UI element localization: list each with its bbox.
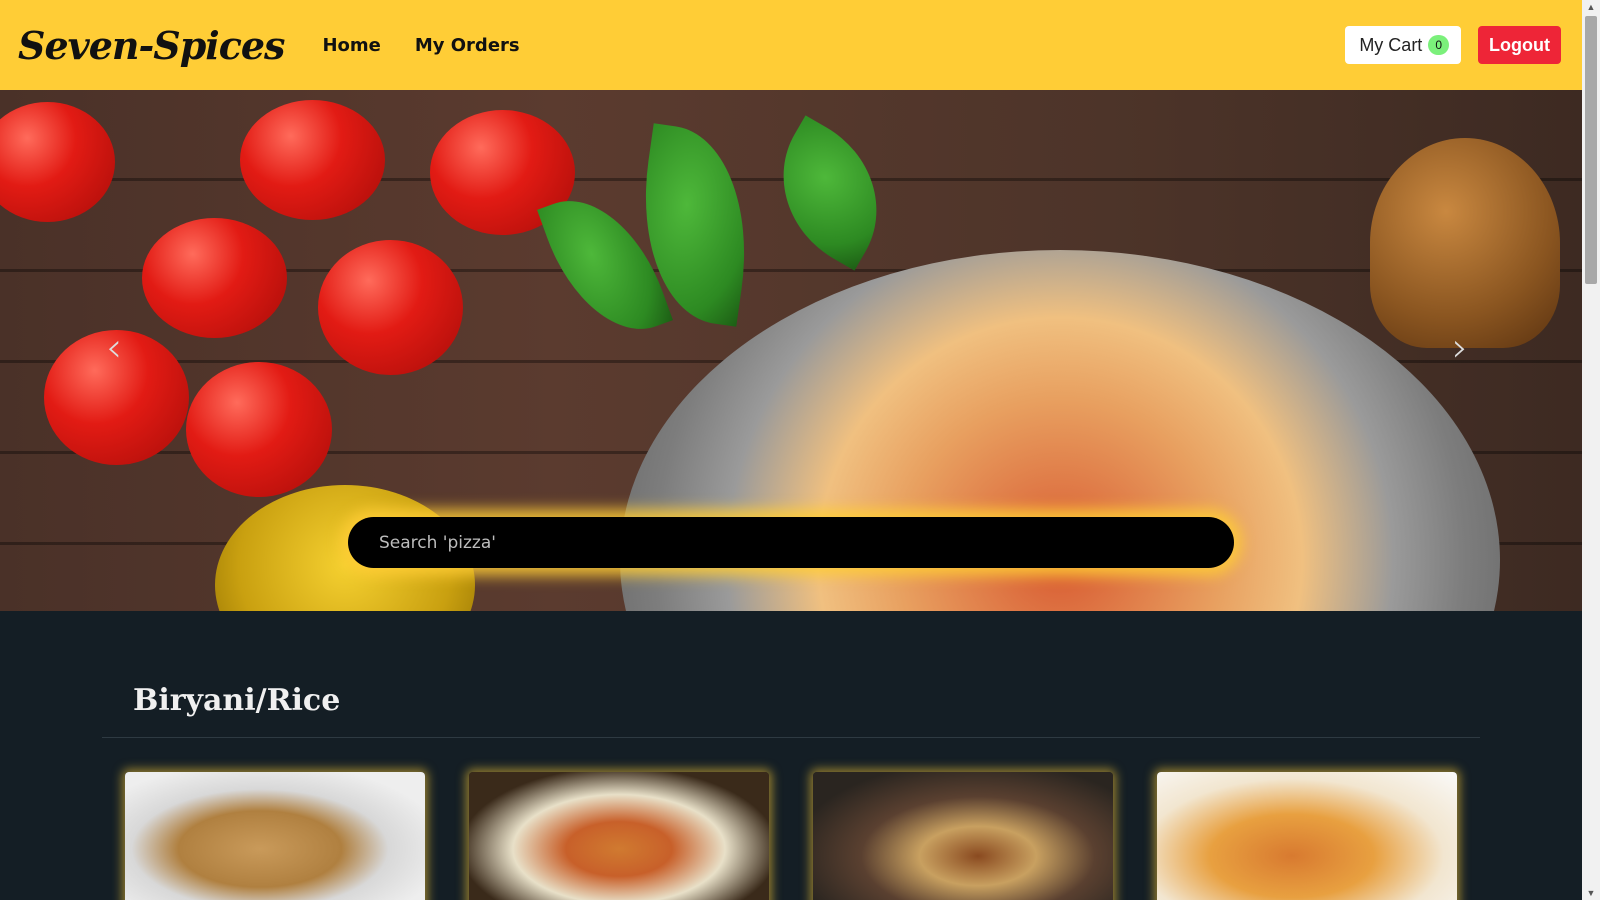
page-scrollbar[interactable]: ▲ ▼	[1582, 0, 1600, 900]
food-card-list	[125, 772, 1457, 900]
navbar: Seven-Spices Home My Orders My Cart 0 Lo…	[0, 0, 1582, 90]
food-card-1[interactable]	[125, 772, 425, 900]
my-cart-button[interactable]: My Cart 0	[1345, 26, 1461, 64]
cart-count-badge: 0	[1428, 35, 1449, 55]
basil-leaf-image	[750, 115, 910, 271]
pepper-grinder-image	[1370, 138, 1560, 348]
search-bar	[348, 517, 1234, 568]
scroll-down-icon[interactable]: ▼	[1582, 886, 1600, 900]
food-card-4[interactable]	[1157, 772, 1457, 900]
tomato-image	[186, 362, 332, 497]
tomato-image	[142, 218, 287, 338]
scroll-up-icon[interactable]: ▲	[1582, 0, 1600, 14]
carousel-next-icon[interactable]: ›	[1452, 328, 1468, 368]
tomato-image	[0, 102, 115, 222]
brand-logo[interactable]: Seven-Spices	[18, 23, 285, 68]
carousel-prev-icon[interactable]: ‹	[106, 328, 122, 368]
cart-label: My Cart	[1359, 34, 1423, 55]
hero-carousel: ‹ ›	[0, 90, 1582, 611]
section-divider	[102, 737, 1480, 738]
logout-button[interactable]: Logout	[1478, 26, 1561, 64]
search-input[interactable]	[348, 517, 1234, 568]
category-title: Biryani/Rice	[133, 683, 341, 718]
tomato-image	[240, 100, 385, 220]
category-section: Biryani/Rice	[0, 611, 1582, 900]
nav-links: Home My Orders	[322, 35, 519, 56]
food-card-3[interactable]	[813, 772, 1113, 900]
scrollbar-thumb[interactable]	[1585, 16, 1597, 284]
tomato-image	[318, 240, 463, 375]
food-card-2[interactable]	[469, 772, 769, 900]
nav-actions: My Cart 0 Logout	[1345, 26, 1561, 64]
nav-home-link[interactable]: Home	[322, 35, 380, 56]
nav-my-orders-link[interactable]: My Orders	[415, 35, 520, 56]
